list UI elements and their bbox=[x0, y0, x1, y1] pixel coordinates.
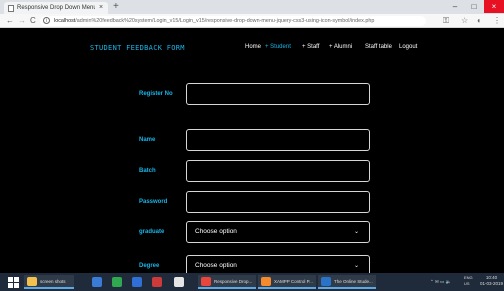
nav-staff[interactable]: + Staff bbox=[302, 44, 319, 50]
nav-logout[interactable]: Logout bbox=[399, 44, 417, 50]
graduate-label: graduate bbox=[139, 229, 165, 235]
name-label: Name bbox=[139, 137, 156, 143]
register-no-label: Register No bbox=[139, 91, 173, 97]
app-icon bbox=[201, 277, 211, 286]
explorer-pinned-icon[interactable] bbox=[90, 275, 104, 289]
taskbar-item-label: Responsive Drop... bbox=[214, 279, 253, 284]
star-icon[interactable]: ☆ bbox=[461, 14, 468, 28]
app-icon bbox=[261, 277, 271, 286]
chevron-down-icon: ⌄ bbox=[353, 229, 359, 235]
language-code: ENG bbox=[464, 275, 473, 280]
word-icon bbox=[132, 277, 142, 287]
tray-icons[interactable]: ⌃ ✉ ▭ 🔈 bbox=[430, 279, 451, 284]
word-pinned-icon[interactable] bbox=[130, 275, 144, 289]
graduate-select[interactable]: Choose option ⌄ bbox=[186, 221, 370, 243]
address-bar[interactable]: i localhost/admin%20feedback%20system/Lo… bbox=[40, 16, 426, 26]
page-content: STUDENT FEEDBACK FORM Home + Student + Sta… bbox=[0, 29, 504, 273]
excel-pinned-icon[interactable] bbox=[110, 275, 124, 289]
app-icon bbox=[27, 277, 37, 286]
browser-tab-strip: Responsive Drop Down Menu | C × + – □ × bbox=[0, 0, 504, 14]
nav-alumni[interactable]: + Alumni bbox=[329, 44, 352, 50]
taskbar-item-label: The Online Stude... bbox=[334, 279, 373, 284]
url-host: localhost bbox=[54, 18, 76, 24]
input-language[interactable]: ENG US bbox=[464, 275, 473, 287]
nav-staff-table[interactable]: Staff table bbox=[365, 44, 392, 50]
key-icon[interactable]: ⚿ bbox=[443, 14, 449, 28]
menu-icon[interactable]: ⋮ bbox=[493, 14, 501, 28]
window-minimize-button[interactable]: – bbox=[446, 0, 464, 13]
file-icon bbox=[174, 277, 184, 287]
new-tab-button[interactable]: + bbox=[113, 0, 119, 14]
opera-pinned-icon[interactable] bbox=[150, 275, 164, 289]
tab-title: Responsive Drop Down Menu | C bbox=[17, 5, 95, 11]
taskbar-item-label: XAMPP Control P... bbox=[274, 279, 313, 284]
batch-input[interactable] bbox=[186, 160, 370, 182]
taskbar-item-label: screen shots bbox=[40, 279, 66, 284]
info-icon[interactable]: i bbox=[43, 17, 50, 24]
page-favicon-icon bbox=[8, 5, 14, 12]
brand-title: STUDENT FEEDBACK FORM bbox=[90, 44, 185, 52]
tab-close-icon[interactable]: × bbox=[99, 2, 103, 13]
taskbar-item[interactable]: screen shots bbox=[24, 275, 74, 289]
degree-select[interactable]: Choose option ⌄ bbox=[186, 255, 370, 273]
app-icon bbox=[321, 277, 331, 286]
url-text: localhost/admin%20feedback%20system/Logi… bbox=[54, 16, 374, 26]
region-code: US bbox=[464, 281, 470, 286]
reload-button[interactable]: C bbox=[30, 14, 36, 28]
degree-label: Degree bbox=[139, 263, 160, 269]
window-maximize-button[interactable]: □ bbox=[465, 0, 483, 13]
back-button[interactable]: ← bbox=[6, 14, 14, 28]
browser-tab[interactable]: Responsive Drop Down Menu | C × bbox=[4, 2, 108, 14]
taskbar-item[interactable]: The Online Stude... bbox=[318, 275, 376, 289]
nav-student[interactable]: + Student bbox=[265, 44, 291, 50]
password-label: Password bbox=[139, 199, 168, 205]
password-input[interactable] bbox=[186, 191, 370, 213]
name-input[interactable] bbox=[186, 129, 370, 151]
opera-icon bbox=[152, 277, 162, 287]
explorer-icon bbox=[92, 277, 102, 287]
taskbar-item[interactable]: XAMPP Control P... bbox=[258, 275, 316, 289]
graduate-value: Choose option bbox=[195, 228, 237, 235]
extension-icon[interactable]: ◐ bbox=[477, 14, 482, 28]
system-tray: ⌃ ✉ ▭ 🔈 ENG US bbox=[430, 273, 473, 291]
clock-date: 01-03-2019 bbox=[480, 281, 504, 286]
window-close-button[interactable]: × bbox=[484, 0, 504, 13]
register-no-input[interactable] bbox=[186, 83, 370, 105]
url-path: /admin%20feedback%20system/Login_v15/Log… bbox=[75, 18, 375, 24]
nav-home[interactable]: Home bbox=[245, 44, 261, 50]
taskbar: screen shots Responsive Drop... XAMPP Cont… bbox=[0, 273, 504, 291]
forward-button[interactable]: → bbox=[18, 14, 26, 28]
batch-label: Batch bbox=[139, 168, 156, 174]
taskbar-item[interactable]: Responsive Drop... bbox=[198, 275, 256, 289]
file-pinned-icon[interactable] bbox=[172, 275, 186, 289]
excel-icon bbox=[112, 277, 122, 287]
clock-time: 10:40 bbox=[485, 275, 498, 280]
windows-start-icon[interactable] bbox=[8, 275, 20, 289]
degree-value: Choose option bbox=[195, 262, 237, 269]
taskbar-clock[interactable]: 10:40 01-03-2019 bbox=[480, 275, 503, 287]
browser-toolbar: ← → C i localhost/admin%20feedback%20sys… bbox=[0, 14, 504, 28]
chevron-down-icon: ⌄ bbox=[353, 263, 359, 269]
